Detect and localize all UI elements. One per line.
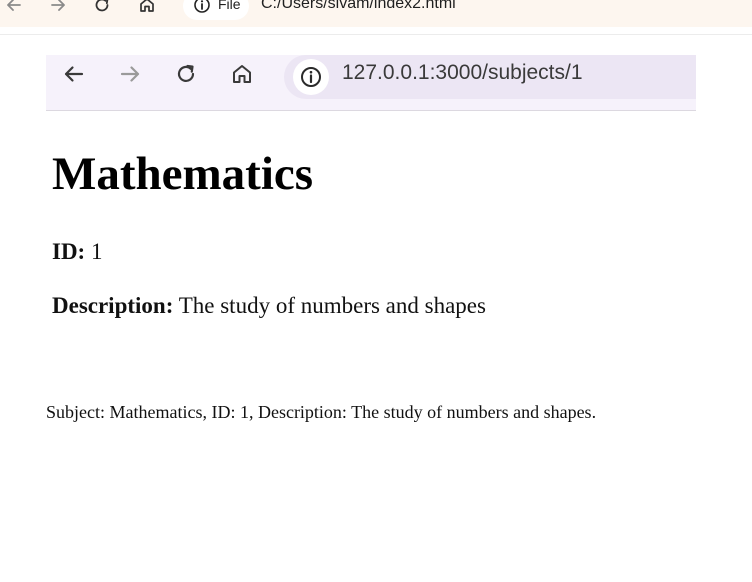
outer-site-chip-label: File [218, 0, 241, 12]
subject-id-label: ID: [52, 239, 86, 264]
inner-forward-arrow-icon[interactable] [118, 62, 142, 86]
outer-back-arrow-icon[interactable] [5, 0, 23, 14]
inner-home-icon[interactable] [230, 62, 254, 86]
subject-summary-text: Subject: Mathematics, ID: 1, Description… [46, 402, 597, 422]
inner-info-icon [299, 65, 323, 89]
outer-info-icon [193, 0, 211, 14]
outer-home-icon[interactable] [138, 0, 156, 14]
subject-description-label: Description: [52, 293, 174, 318]
subject-description-field: Description: The study of numbers and sh… [52, 293, 486, 319]
inner-back-arrow-icon[interactable] [62, 62, 86, 86]
inner-reload-icon[interactable] [174, 62, 198, 86]
subject-description-value: The study of numbers and shapes [178, 293, 486, 318]
outer-toolbar-divider [0, 34, 752, 35]
inner-address-bar[interactable]: 127.0.0.1:3000/subjects/1 [342, 61, 583, 85]
outer-address-bar[interactable]: C:/Users/sivam/index2.html [261, 0, 456, 13]
outer-forward-arrow-icon[interactable] [49, 0, 67, 14]
subject-id-value: 1 [90, 239, 103, 264]
inner-toolbar-divider [46, 110, 696, 111]
subject-title: Mathematics [52, 148, 314, 200]
outer-reload-icon[interactable] [93, 0, 111, 14]
subject-id-field: ID: 1 [52, 239, 102, 265]
